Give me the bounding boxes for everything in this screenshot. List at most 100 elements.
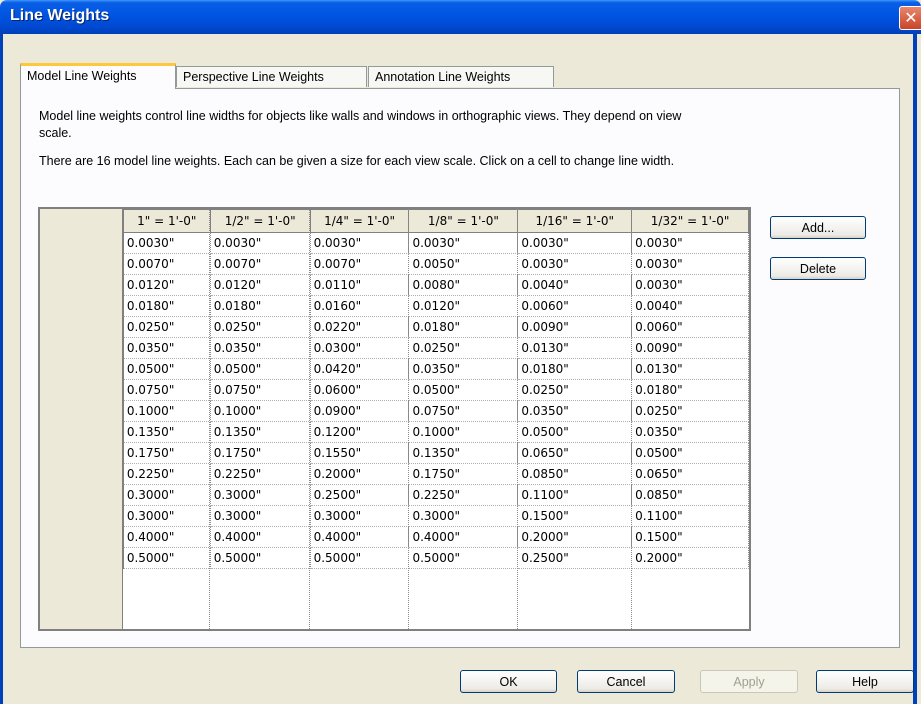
line-width-cell[interactable]: 0.0300" xyxy=(310,337,410,359)
column-header[interactable]: 1/2" = 1'-0" xyxy=(209,209,311,233)
line-width-cell[interactable]: 0.2000" xyxy=(631,547,749,569)
line-width-cell[interactable]: 0.0900" xyxy=(310,400,410,422)
line-width-cell[interactable]: 0.1350" xyxy=(408,442,519,464)
line-width-cell[interactable]: 0.0180" xyxy=(408,316,519,338)
line-width-cell[interactable]: 0.0030" xyxy=(123,232,211,254)
line-width-cell[interactable]: 0.4000" xyxy=(123,526,211,548)
line-width-cell[interactable]: 0.0030" xyxy=(310,232,410,254)
line-width-cell[interactable]: 0.0350" xyxy=(123,337,211,359)
line-width-cell[interactable]: 0.0030" xyxy=(408,232,519,254)
line-width-cell[interactable]: 0.0030" xyxy=(517,253,633,275)
tab-model-line-weights[interactable]: Model Line Weights xyxy=(20,63,176,89)
column-header[interactable]: 1/32" = 1'-0" xyxy=(631,209,749,233)
line-width-cell[interactable]: 0.0030" xyxy=(631,232,749,254)
line-width-cell[interactable]: 0.0030" xyxy=(631,253,749,275)
line-width-cell[interactable]: 0.2000" xyxy=(310,463,410,485)
line-width-cell[interactable]: 0.0750" xyxy=(210,379,311,401)
tab-perspective-line-weights[interactable]: Perspective Line Weights xyxy=(176,66,367,87)
line-width-cell[interactable]: 0.0500" xyxy=(408,379,519,401)
line-width-cell[interactable]: 0.3000" xyxy=(310,505,410,527)
line-width-cell[interactable]: 0.0350" xyxy=(631,421,749,443)
line-width-cell[interactable]: 0.1000" xyxy=(408,421,519,443)
line-width-cell[interactable]: 0.4000" xyxy=(408,526,519,548)
line-width-cell[interactable]: 0.0120" xyxy=(210,274,311,296)
add-button[interactable]: Add... xyxy=(770,216,866,239)
line-width-cell[interactable]: 0.0500" xyxy=(210,358,311,380)
line-width-cell[interactable]: 0.0250" xyxy=(631,400,749,422)
line-width-cell[interactable]: 0.0250" xyxy=(210,316,311,338)
line-width-cell[interactable]: 0.1000" xyxy=(123,400,211,422)
line-width-cell[interactable]: 0.5000" xyxy=(123,547,211,569)
column-header[interactable]: 1/16" = 1'-0" xyxy=(517,209,633,233)
line-width-cell[interactable]: 0.0120" xyxy=(408,295,519,317)
column-header[interactable]: 1" = 1'-0" xyxy=(122,209,211,233)
line-width-cell[interactable]: 0.0220" xyxy=(310,316,410,338)
line-width-cell[interactable]: 0.0040" xyxy=(631,295,749,317)
line-width-cell[interactable]: 0.1000" xyxy=(210,400,311,422)
line-width-cell[interactable]: 0.1750" xyxy=(408,463,519,485)
line-width-cell[interactable]: 0.0350" xyxy=(517,400,633,422)
line-width-cell[interactable]: 0.0650" xyxy=(517,442,633,464)
line-width-cell[interactable]: 0.0130" xyxy=(517,337,633,359)
line-width-cell[interactable]: 0.1350" xyxy=(210,421,311,443)
help-button[interactable]: Help xyxy=(816,670,914,693)
line-width-cell[interactable]: 0.0090" xyxy=(631,337,749,359)
line-width-cell[interactable]: 0.0350" xyxy=(210,337,311,359)
line-width-cell[interactable]: 0.4000" xyxy=(310,526,410,548)
line-width-cell[interactable]: 0.0180" xyxy=(210,295,311,317)
line-width-cell[interactable]: 0.3000" xyxy=(123,505,211,527)
delete-button[interactable]: Delete xyxy=(770,257,866,280)
line-width-cell[interactable]: 0.0500" xyxy=(517,421,633,443)
column-header[interactable]: 1/4" = 1'-0" xyxy=(309,209,410,233)
line-width-cell[interactable]: 0.1750" xyxy=(123,442,211,464)
line-width-cell[interactable]: 0.0070" xyxy=(310,253,410,275)
line-width-cell[interactable]: 0.4000" xyxy=(210,526,311,548)
line-width-cell[interactable]: 0.0600" xyxy=(310,379,410,401)
line-width-cell[interactable]: 0.0350" xyxy=(408,358,519,380)
line-width-cell[interactable]: 0.2250" xyxy=(210,463,311,485)
line-width-cell[interactable]: 0.0850" xyxy=(631,484,749,506)
cancel-button[interactable]: Cancel xyxy=(577,670,675,693)
line-width-cell[interactable]: 0.0250" xyxy=(408,337,519,359)
close-button[interactable]: ✕ xyxy=(899,6,921,30)
line-width-cell[interactable]: 0.1100" xyxy=(631,505,749,527)
line-width-cell[interactable]: 0.2500" xyxy=(310,484,410,506)
line-width-cell[interactable]: 0.1500" xyxy=(517,505,633,527)
line-width-cell[interactable]: 0.0060" xyxy=(631,316,749,338)
line-width-cell[interactable]: 0.0030" xyxy=(631,274,749,296)
line-width-cell[interactable]: 0.0110" xyxy=(310,274,410,296)
ok-button[interactable]: OK xyxy=(460,670,557,693)
line-width-cell[interactable]: 0.1500" xyxy=(631,526,749,548)
line-width-cell[interactable]: 0.3000" xyxy=(408,505,519,527)
line-width-cell[interactable]: 0.0180" xyxy=(631,379,749,401)
line-width-cell[interactable]: 0.2250" xyxy=(408,484,519,506)
line-width-cell[interactable]: 0.0750" xyxy=(408,400,519,422)
line-width-cell[interactable]: 0.0070" xyxy=(123,253,211,275)
line-width-cell[interactable]: 0.1350" xyxy=(123,421,211,443)
line-width-cell[interactable]: 0.0180" xyxy=(517,358,633,380)
line-width-cell[interactable]: 0.0250" xyxy=(517,379,633,401)
line-width-cell[interactable]: 0.0060" xyxy=(517,295,633,317)
line-width-cell[interactable]: 0.0130" xyxy=(631,358,749,380)
line-width-cell[interactable]: 0.0420" xyxy=(310,358,410,380)
line-width-cell[interactable]: 0.5000" xyxy=(408,547,519,569)
line-width-cell[interactable]: 0.2000" xyxy=(517,526,633,548)
line-width-cell[interactable]: 0.0650" xyxy=(631,463,749,485)
line-width-cell[interactable]: 0.0160" xyxy=(310,295,410,317)
line-width-cell[interactable]: 0.3000" xyxy=(210,505,311,527)
line-width-cell[interactable]: 0.5000" xyxy=(210,547,311,569)
line-width-cell[interactable]: 0.2250" xyxy=(123,463,211,485)
line-width-cell[interactable]: 0.0120" xyxy=(123,274,211,296)
line-width-cell[interactable]: 0.0250" xyxy=(123,316,211,338)
line-weights-grid[interactable]: 1" = 1'-0" 1/2" = 1'-0" 1/4" = 1'-0" 1/8" =… xyxy=(38,207,751,631)
line-width-cell[interactable]: 0.0040" xyxy=(517,274,633,296)
line-width-cell[interactable]: 0.0050" xyxy=(408,253,519,275)
line-width-cell[interactable]: 0.3000" xyxy=(210,484,311,506)
tab-annotation-line-weights[interactable]: Annotation Line Weights xyxy=(368,66,554,87)
line-width-cell[interactable]: 0.5000" xyxy=(310,547,410,569)
line-width-cell[interactable]: 0.0850" xyxy=(517,463,633,485)
line-width-cell[interactable]: 0.0030" xyxy=(517,232,633,254)
line-width-cell[interactable]: 0.0500" xyxy=(123,358,211,380)
line-width-cell[interactable]: 0.2500" xyxy=(517,547,633,569)
line-width-cell[interactable]: 0.1750" xyxy=(210,442,311,464)
